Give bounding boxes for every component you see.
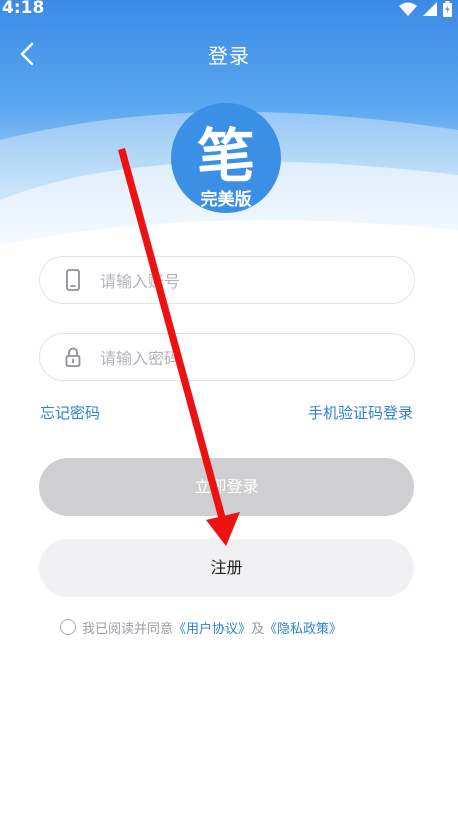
forgot-password-link[interactable]: 忘记密码 <box>40 402 100 423</box>
wifi-icon <box>399 2 417 16</box>
status-time: 4:18 <box>2 0 45 18</box>
agree-checkbox[interactable] <box>60 619 76 635</box>
lock-icon <box>65 347 81 367</box>
privacy-policy-link[interactable]: 《隐私政策》 <box>264 618 342 637</box>
agreement-prefix: 我已阅读并同意 <box>82 621 174 637</box>
account-input[interactable] <box>98 257 402 305</box>
signal-icon <box>423 2 437 16</box>
status-icons <box>399 1 452 17</box>
status-bar: 4:18 <box>0 0 458 20</box>
top-bar: 登录 <box>0 30 458 78</box>
logo-sub-text: 完美版 <box>200 190 252 210</box>
login-button[interactable]: 立即登录 <box>39 458 414 516</box>
password-field[interactable] <box>39 333 415 382</box>
battery-icon <box>443 1 452 17</box>
user-agreement-link[interactable]: 《用户协议》 <box>173 618 251 637</box>
agreement-row: 我已阅读并同意 《用户协议》 及 《隐私政策》 <box>60 617 342 637</box>
app-logo: 笔 完美版 <box>171 103 281 213</box>
page-title: 登录 <box>208 44 250 68</box>
phone-icon <box>66 269 80 291</box>
register-button[interactable]: 注册 <box>39 539 414 597</box>
agreement-and: 及 <box>251 621 265 637</box>
account-field[interactable] <box>39 256 415 305</box>
sms-login-link[interactable]: 手机验证码登录 <box>308 402 413 423</box>
password-input[interactable] <box>98 334 402 382</box>
logo-main-char: 笔 <box>196 122 255 190</box>
